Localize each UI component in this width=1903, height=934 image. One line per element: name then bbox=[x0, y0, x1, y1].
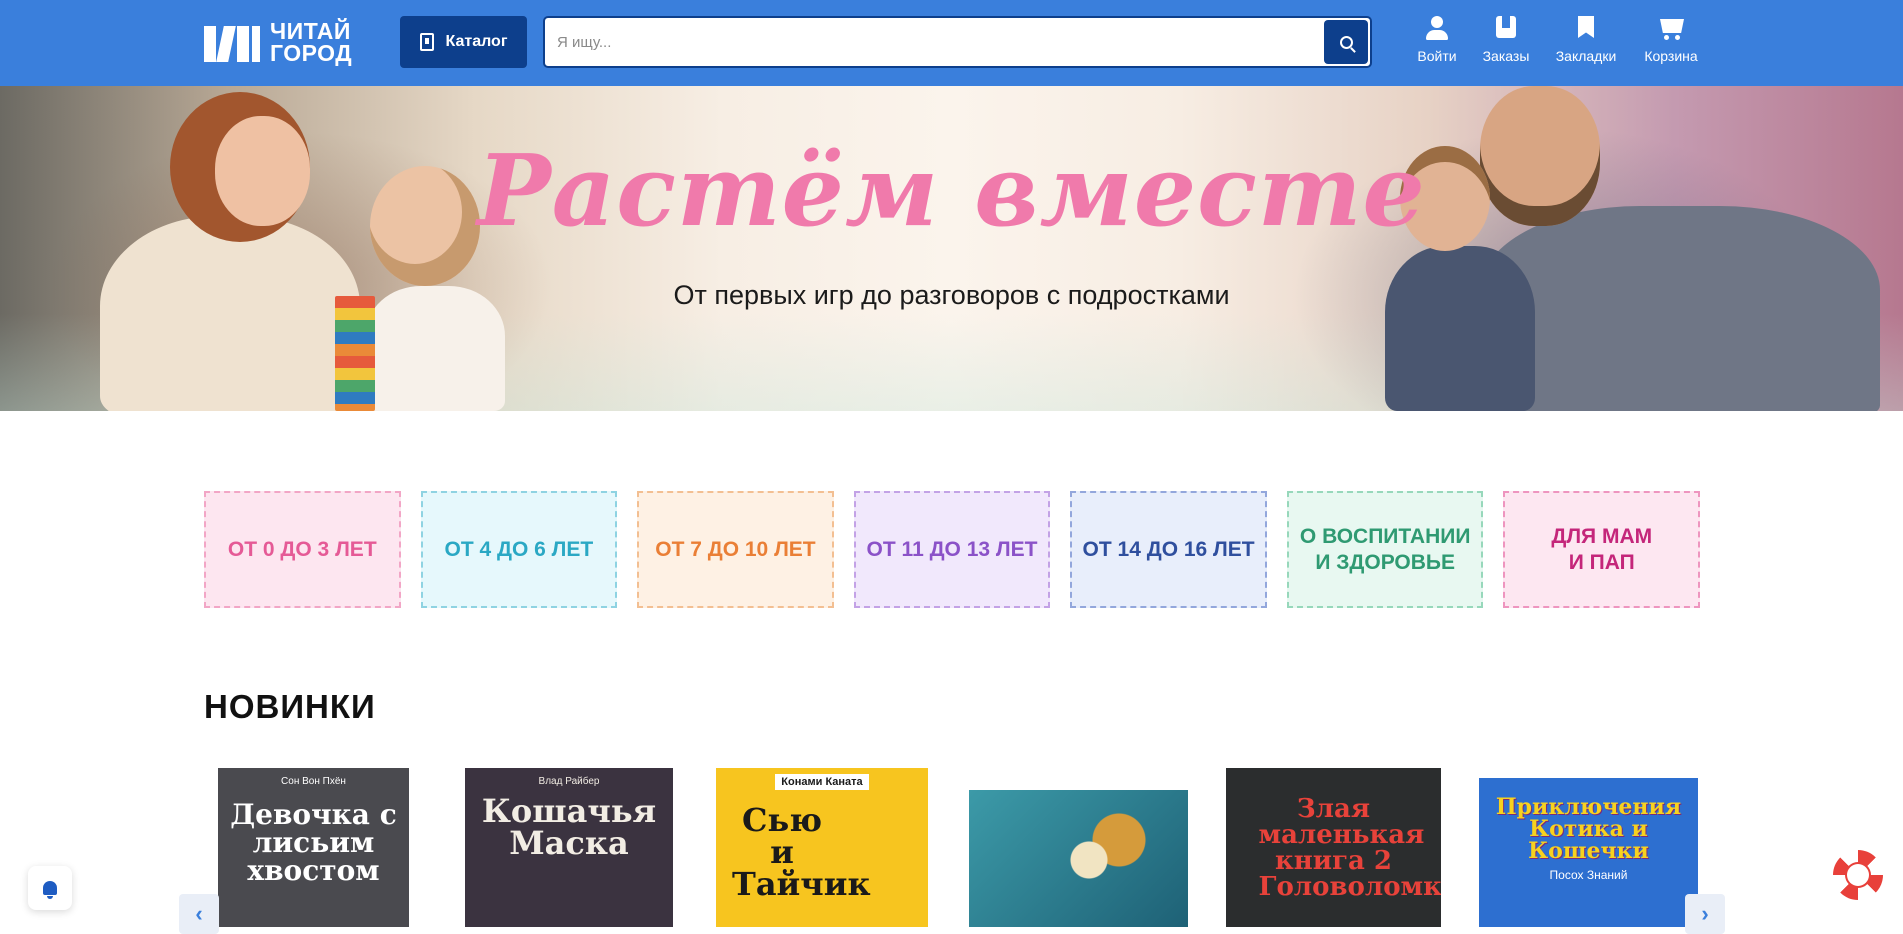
book-title: Девочка с лисьим хвостом bbox=[230, 798, 397, 887]
user-icon bbox=[1424, 14, 1450, 42]
bell-icon bbox=[43, 881, 57, 899]
search-button[interactable] bbox=[1324, 20, 1368, 64]
search-input[interactable] bbox=[557, 18, 1297, 66]
age-tile-label: ОТ 0 ДО 3 ЛЕТ bbox=[227, 537, 377, 561]
age-category-tiles: ОТ 0 ДО 3 ЛЕТ ОТ 4 ДО 6 ЛЕТ ОТ 7 ДО 10 Л… bbox=[204, 491, 1701, 608]
promo-banner[interactable]: Растём вместе От первых игр до разговоро… bbox=[0, 86, 1903, 411]
nav-orders[interactable]: Заказы bbox=[1479, 14, 1533, 72]
book-card[interactable]: Конами Каната Сью и Тайчик bbox=[716, 768, 928, 927]
chevron-left-icon: ‹ bbox=[195, 901, 203, 926]
book-card[interactable]: Сон Вон Пхён Девочка с лисьим хвостом bbox=[218, 768, 409, 927]
nav-login[interactable]: Войти bbox=[1413, 14, 1461, 72]
nav-bookmarks[interactable]: Закладки bbox=[1553, 14, 1619, 72]
book-title: Приключения Котика и Кошечки bbox=[1495, 794, 1682, 864]
orders-icon bbox=[1493, 14, 1519, 42]
carousel-prev-button[interactable]: ‹ bbox=[179, 894, 219, 934]
book-card[interactable]: Злая маленькая книга 2 Головоломки bbox=[1226, 768, 1441, 927]
age-tile-label: ОТ 14 ДО 16 ЛЕТ bbox=[1082, 537, 1255, 561]
search-bar bbox=[543, 16, 1372, 68]
new-releases-title: НОВИНКИ bbox=[204, 688, 376, 725]
catalog-button[interactable]: Каталог bbox=[400, 16, 527, 68]
banner-subtitle: От первых игр до разговоров с подросткам… bbox=[673, 280, 1230, 310]
tile-parenting-health[interactable]: О ВОСПИТАНИИ И ЗДОРОВЬЕ bbox=[1286, 491, 1484, 608]
book-title: Сью и Тайчик bbox=[732, 801, 871, 903]
book-card[interactable] bbox=[969, 790, 1188, 927]
age-tile-label: ОТ 11 ДО 13 ЛЕТ bbox=[866, 537, 1038, 561]
age-tile-7-10[interactable]: ОТ 7 ДО 10 ЛЕТ bbox=[637, 491, 834, 608]
age-tile-11-13[interactable]: ОТ 11 ДО 13 ЛЕТ bbox=[853, 491, 1051, 608]
new-releases-carousel: Сон Вон Пхён Девочка с лисьим хвостом Вл… bbox=[0, 760, 1903, 927]
nav-login-label: Войти bbox=[1417, 48, 1457, 64]
book-card[interactable]: Приключения Котика и Кошечки Посох Знани… bbox=[1479, 778, 1698, 927]
chevron-right-icon: › bbox=[1701, 901, 1709, 926]
age-tile-0-3[interactable]: ОТ 0 ДО 3 ЛЕТ bbox=[204, 491, 401, 608]
nav-bookmarks-label: Закладки bbox=[1555, 48, 1617, 64]
cart-icon bbox=[1658, 14, 1684, 42]
bookmark-icon bbox=[1573, 14, 1599, 42]
age-tile-label: ОТ 7 ДО 10 ЛЕТ bbox=[655, 537, 816, 561]
age-tile-label: ОТ 4 ДО 6 ЛЕТ bbox=[444, 537, 594, 561]
site-header: ЧИТАЙ ГОРОД Каталог Войти Заказы Закладк… bbox=[0, 0, 1903, 86]
notifications-button[interactable] bbox=[28, 866, 72, 910]
book-author: Конами Каната bbox=[775, 774, 869, 790]
book-title: Злая маленькая книга 2 Головоломки bbox=[1258, 794, 1442, 902]
nav-orders-label: Заказы bbox=[1482, 48, 1530, 64]
book-title: Кошачья Маска bbox=[481, 792, 657, 862]
banner-title: Растём вместе bbox=[477, 134, 1426, 249]
support-lifebuoy-button[interactable] bbox=[1833, 850, 1883, 900]
age-tile-label: ДЛЯ МАМ И ПАП bbox=[1551, 524, 1653, 574]
logo-mark-icon bbox=[204, 22, 260, 62]
site-logo[interactable]: ЧИТАЙ ГОРОД bbox=[204, 18, 359, 66]
banner-photo-block-tower bbox=[335, 296, 375, 411]
logo-text: ЧИТАЙ ГОРОД bbox=[270, 18, 353, 66]
banner-photo-boy bbox=[1385, 246, 1535, 411]
book-author: Сон Вон Пхён bbox=[281, 776, 346, 787]
age-tile-label: О ВОСПИТАНИИ И ЗДОРОВЬЕ bbox=[1299, 524, 1471, 574]
book-author: Влад Райбер bbox=[538, 776, 600, 787]
book-card[interactable]: Влад Райбер Кошачья Маска bbox=[465, 768, 673, 927]
age-tile-4-6[interactable]: ОТ 4 ДО 6 ЛЕТ bbox=[420, 491, 618, 608]
age-tile-14-16[interactable]: ОТ 14 ДО 16 ЛЕТ bbox=[1070, 491, 1267, 608]
nav-cart[interactable]: Корзина bbox=[1641, 14, 1701, 72]
tile-for-parents[interactable]: ДЛЯ МАМ И ПАП bbox=[1503, 491, 1701, 608]
nav-cart-label: Корзина bbox=[1644, 48, 1698, 64]
book-author: Посох Знаний bbox=[1549, 868, 1628, 882]
catalog-label: Каталог bbox=[445, 33, 508, 50]
catalog-book-icon bbox=[419, 33, 434, 51]
search-icon bbox=[1339, 35, 1353, 49]
carousel-next-button[interactable]: › bbox=[1685, 894, 1725, 934]
